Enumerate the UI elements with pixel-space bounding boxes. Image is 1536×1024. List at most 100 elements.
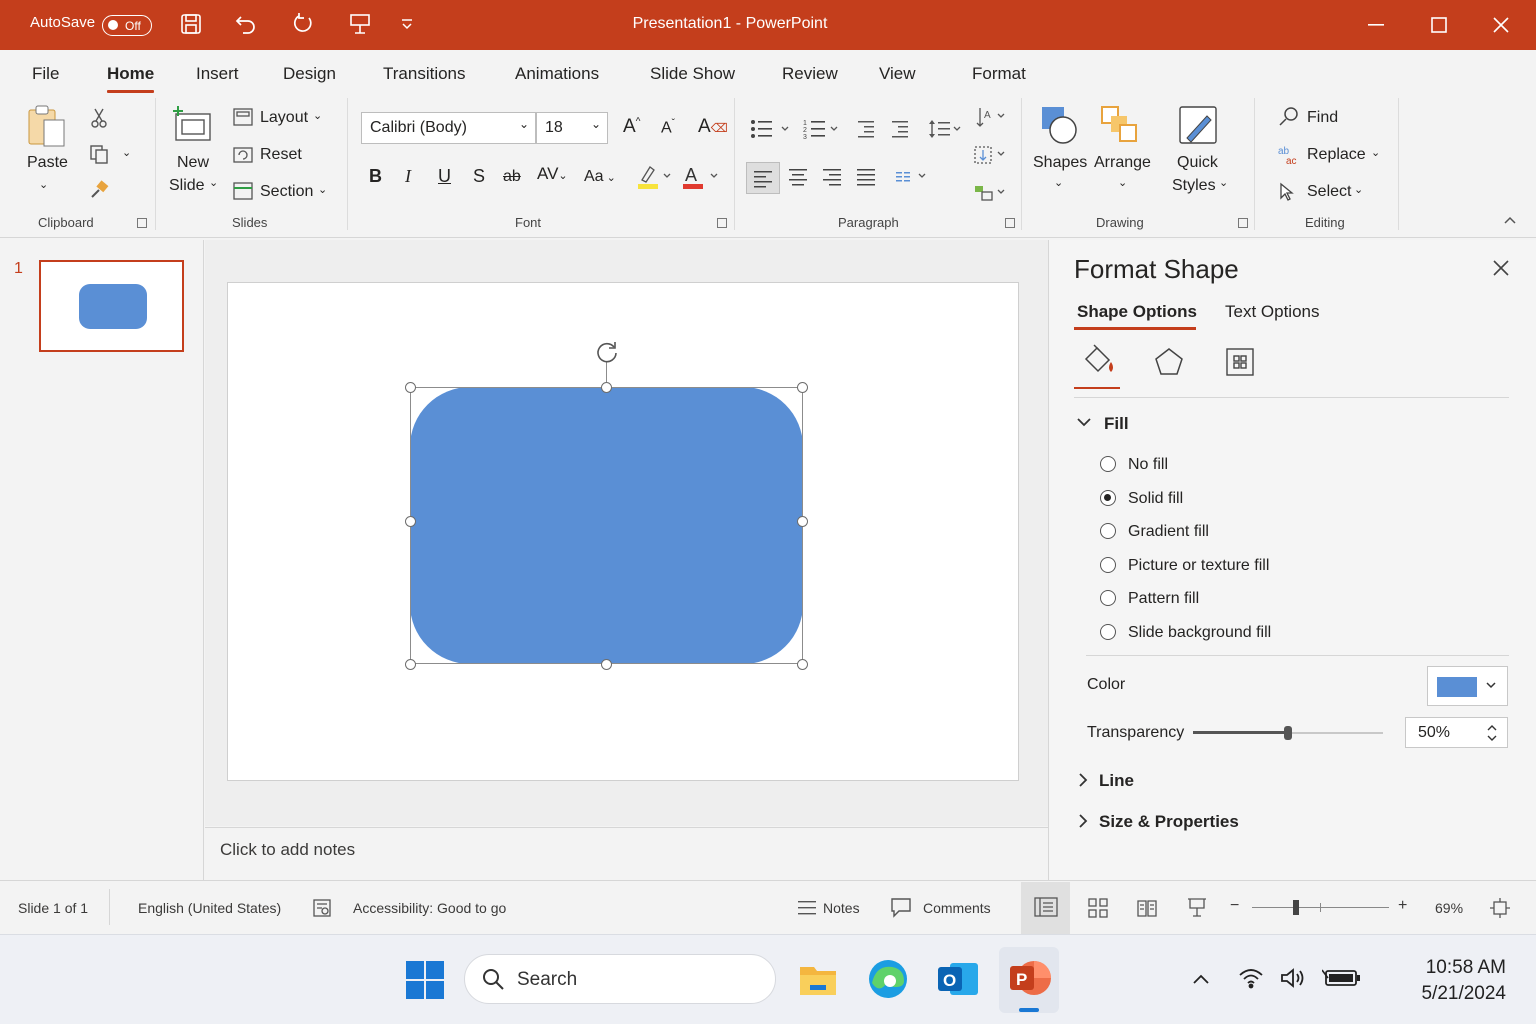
new-slide-chevron-icon[interactable]: ⌄ (209, 176, 218, 189)
edge-browser-icon[interactable] (866, 957, 910, 1001)
arrange-icon[interactable] (1099, 104, 1141, 146)
tab-view[interactable]: View (879, 64, 916, 84)
smartart-icon[interactable] (974, 182, 1008, 204)
file-explorer-icon[interactable] (798, 959, 838, 999)
tab-design[interactable]: Design (283, 64, 336, 84)
bullets-icon[interactable] (750, 118, 794, 140)
radio-slide-background-fill[interactable] (1100, 624, 1116, 640)
color-picker-button[interactable] (1427, 666, 1508, 706)
bold-icon[interactable]: B (369, 166, 382, 187)
autosave-toggle[interactable]: Off (102, 15, 152, 36)
change-case-button[interactable]: Aa ⌄ (584, 168, 616, 186)
reading-view-icon[interactable] (1136, 897, 1158, 919)
customize-qat-icon[interactable] (400, 18, 414, 30)
redo-icon[interactable] (291, 12, 315, 36)
paste-label[interactable]: Paste (27, 154, 68, 172)
layout-chevron-icon[interactable]: ⌄ (313, 109, 322, 122)
copy-icon[interactable] (89, 144, 109, 164)
comments-icon[interactable] (890, 896, 912, 918)
select-chevron-icon[interactable]: ⌄ (1354, 183, 1363, 196)
tab-animations[interactable]: Animations (515, 64, 599, 84)
fill-section-header[interactable]: Fill (1104, 414, 1129, 434)
decrease-indent-icon[interactable] (856, 120, 876, 138)
layout-icon[interactable] (233, 108, 253, 126)
quick-styles-icon[interactable] (1177, 104, 1221, 148)
zoom-in-icon[interactable]: + (1398, 897, 1407, 915)
replace-icon[interactable]: ab ac (1277, 144, 1299, 166)
paste-icon[interactable] (26, 104, 68, 148)
drawing-launcher-icon[interactable] (1238, 218, 1248, 228)
tab-shape-options[interactable]: Shape Options (1077, 302, 1197, 322)
section-icon[interactable] (233, 182, 253, 200)
tab-home[interactable]: Home (107, 64, 155, 93)
resize-handle[interactable] (405, 382, 416, 393)
outlook-icon[interactable]: O (936, 957, 980, 1001)
maximize-icon[interactable] (1431, 17, 1447, 33)
wifi-icon[interactable] (1238, 967, 1264, 989)
transparency-spinner[interactable]: 50% (1405, 717, 1508, 748)
save-icon[interactable] (180, 13, 202, 35)
arrange-chevron-icon[interactable]: ⌄ (1118, 176, 1127, 189)
transparency-slider-thumb[interactable] (1284, 726, 1292, 740)
strikethrough-icon[interactable]: ab (503, 168, 521, 186)
undo-icon[interactable] (234, 13, 258, 35)
notes-button[interactable]: Notes (823, 900, 860, 916)
section-chevron-icon[interactable]: ⌄ (318, 183, 327, 196)
resize-handle[interactable] (601, 382, 612, 393)
quick-styles-label-2[interactable]: Styles (1172, 177, 1216, 195)
arrange-label[interactable]: Arrange (1094, 154, 1151, 172)
powerpoint-taskbar-button[interactable]: P (999, 947, 1059, 1013)
notes-icon[interactable] (797, 898, 817, 918)
font-color-icon[interactable]: A (682, 164, 720, 190)
fill-and-line-icon[interactable] (1081, 344, 1117, 378)
line-spacing-icon[interactable] (928, 118, 964, 140)
font-name-dropdown[interactable]: Calibri (Body) ⌄ (361, 112, 536, 144)
align-center-icon[interactable] (788, 168, 808, 186)
size-properties-section-header[interactable]: Size & Properties (1099, 812, 1239, 832)
close-window-icon[interactable] (1493, 17, 1509, 33)
comments-button[interactable]: Comments (923, 900, 991, 916)
select-cursor-icon[interactable] (1278, 182, 1296, 202)
new-slide-label-1[interactable]: New (177, 154, 209, 172)
paste-chevron-icon[interactable]: ⌄ (39, 178, 48, 191)
radio-no-fill[interactable] (1100, 456, 1116, 472)
line-section-header[interactable]: Line (1099, 771, 1134, 791)
clear-formatting-icon[interactable]: A⌫ (698, 116, 728, 138)
tab-file[interactable]: File (32, 64, 59, 84)
collapse-ribbon-icon[interactable] (1504, 216, 1516, 224)
numbering-icon[interactable]: 123 (803, 118, 843, 140)
slide-thumbnail[interactable] (39, 260, 184, 352)
line-chevron-right-icon[interactable] (1077, 772, 1089, 788)
taskbar-search-box[interactable]: Search (464, 954, 776, 1004)
section-button[interactable]: Section (260, 183, 313, 201)
shapes-chevron-icon[interactable]: ⌄ (1054, 176, 1063, 189)
radio-pattern-fill[interactable] (1100, 590, 1116, 606)
fit-to-window-icon[interactable] (1490, 898, 1510, 918)
resize-handle[interactable] (797, 659, 808, 670)
size-properties-icon[interactable] (1225, 347, 1255, 377)
character-spacing-icon[interactable]: AV⌄ (537, 164, 568, 184)
zoom-level[interactable]: 69% (1435, 900, 1463, 916)
reset-icon[interactable] (233, 145, 253, 163)
zoom-slider-thumb[interactable] (1293, 900, 1299, 915)
font-size-dropdown[interactable]: 18 ⌄ (536, 112, 608, 144)
accessibility-icon[interactable] (312, 898, 332, 918)
spinner-arrows-icon[interactable] (1486, 722, 1498, 744)
fill-chevron-down-icon[interactable] (1076, 416, 1092, 428)
resize-handle[interactable] (405, 659, 416, 670)
layout-button[interactable]: Layout (260, 109, 308, 127)
font-launcher-icon[interactable] (717, 218, 727, 228)
minimize-icon[interactable] (1368, 24, 1384, 26)
copy-chevron-icon[interactable]: ⌄ (122, 146, 131, 159)
resize-handle[interactable] (601, 659, 612, 670)
find-icon[interactable] (1278, 106, 1300, 128)
text-direction-icon[interactable]: A (974, 106, 1008, 128)
slideshow-view-icon[interactable] (1186, 896, 1208, 918)
quick-styles-label-1[interactable]: Quick (1177, 154, 1218, 172)
tab-text-options[interactable]: Text Options (1225, 302, 1320, 322)
shapes-icon[interactable] (1039, 104, 1081, 146)
shadow-icon[interactable]: S (473, 166, 485, 187)
resize-handle[interactable] (797, 382, 808, 393)
language-status[interactable]: English (United States) (138, 900, 281, 916)
radio-gradient-fill[interactable] (1100, 523, 1116, 539)
